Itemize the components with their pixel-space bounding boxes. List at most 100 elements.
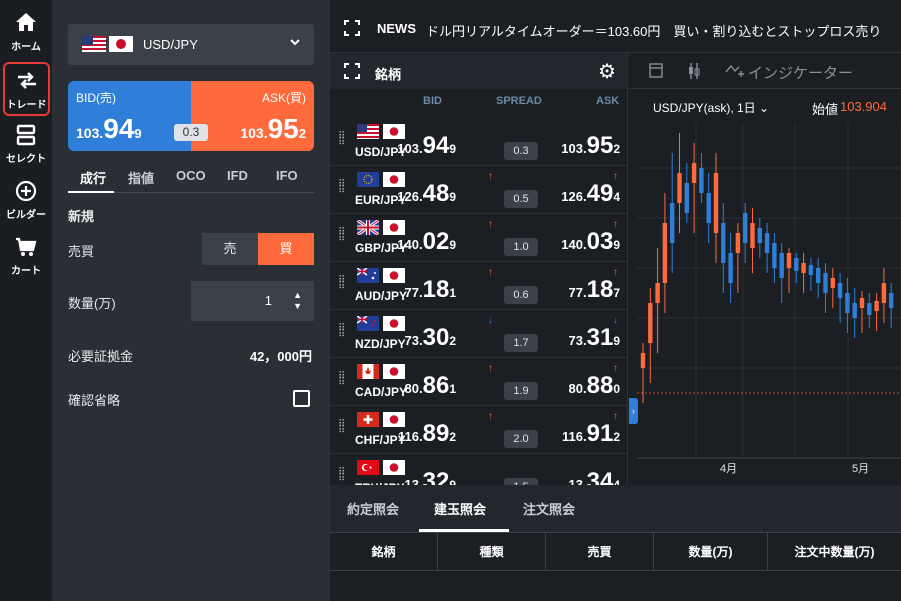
sell-button[interactable]: 売 <box>202 233 258 265</box>
watchlist-row[interactable]: ⠿⠿ TRY/JPY13.3291.513.344 <box>330 454 627 485</box>
nav-cart[interactable]: カート <box>0 230 52 284</box>
tab-orders[interactable]: 注文照会 <box>523 499 575 518</box>
price-fraction: 9 <box>449 238 456 252</box>
tab-ifo[interactable]: IFO <box>276 168 298 183</box>
spread-badge: 0.5 <box>504 190 538 208</box>
ask-change-arrow-icon: ↑ <box>613 411 618 422</box>
price-fraction: 7 <box>613 286 620 300</box>
positions-panel: 約定照会 建玉照会 注文照会 銘柄 種類 売買 数量(万) 注文中数量(万) <box>330 485 901 601</box>
drag-handle-icon[interactable]: ⠿ ⠿ <box>338 324 345 340</box>
chart-panel-handle[interactable]: › <box>629 398 638 424</box>
price-pips: 94 <box>422 132 450 159</box>
watchlist-row[interactable]: ⠿ ⠿ NZD/JPY 73.302 ↓ 1.7 73.319 ↓ <box>330 310 627 358</box>
price-fraction: 4 <box>613 478 620 485</box>
ask-label: ASK(買) <box>261 91 306 105</box>
bid-change-arrow-icon: ↑ <box>488 363 493 374</box>
bid-quote-button[interactable]: BID(売) 103.949 <box>68 81 191 151</box>
nav-select[interactable]: セレクト <box>0 118 52 172</box>
news-headline[interactable]: ドル円リアルタイムオーダー＝103.60円 買い・割り込むとストップロス売り <box>426 21 881 40</box>
builder-icon <box>0 180 52 206</box>
drag-handle-icon[interactable]: ⠿ ⠿ <box>338 132 345 148</box>
expand-icon[interactable] <box>344 63 360 84</box>
nav-builder[interactable]: ビルダー <box>0 174 52 228</box>
col-pending-quantity[interactable]: 注文中数量(万) <box>768 533 901 572</box>
bid-price[interactable]: 73.302 <box>405 324 456 352</box>
nav-label: ホーム <box>11 42 41 53</box>
currency-flags <box>357 364 406 384</box>
bid-price[interactable]: 140.029 <box>397 228 456 256</box>
price-fraction: 2 <box>449 430 456 444</box>
ask-price[interactable]: 103.952 <box>561 132 620 160</box>
bid-price[interactable]: 77.181 <box>405 276 456 304</box>
bid-price[interactable]: 80.861 <box>405 372 456 400</box>
price-fraction: 9 <box>449 478 456 485</box>
cart-icon <box>0 236 52 262</box>
watchlist-row[interactable]: ⠿ ⠿ CAD/JPY 80.861 ↑ 1.9 80.880 ↑ <box>330 358 627 406</box>
candlestick-chart[interactable] <box>629 53 901 485</box>
col-side[interactable]: 売買 <box>546 533 654 572</box>
ask-quote-button[interactable]: ASK(買) 103.952 <box>191 81 314 151</box>
drag-handle-icon[interactable]: ⠿ ⠿ <box>338 420 345 436</box>
drag-handle-icon[interactable]: ⠿ ⠿ <box>338 468 345 484</box>
col-type[interactable]: 種類 <box>438 533 546 572</box>
bid-price[interactable]: 116.892 <box>398 420 456 448</box>
stepper-arrows-icon[interactable]: ▲ ▼ <box>293 290 302 312</box>
bid-price[interactable]: 103.949 <box>397 132 456 160</box>
spread-badge: 1.9 <box>504 382 538 400</box>
bid-price[interactable]: 13.329 <box>405 468 456 485</box>
ask-price[interactable]: 140.039 <box>561 228 620 256</box>
watchlist-row[interactable]: ⠿ ⠿ CHF/JPY 116.892 ↑ 2.0 116.912 ↑ <box>330 406 627 454</box>
price-pips: 30 <box>422 324 450 351</box>
drag-handle-icon[interactable]: ⠿ ⠿ <box>338 228 345 244</box>
drag-handle-icon[interactable]: ⠿ ⠿ <box>338 276 345 292</box>
watchlist-row[interactable]: ⠿ ⠿ GBP/JPY 140.029 ↑ 1.0 140.039 ↑ <box>330 214 627 262</box>
bid-label: BID(売) <box>76 91 116 105</box>
tab-ifd[interactable]: IFD <box>227 168 248 183</box>
currency-flags <box>357 460 406 480</box>
drag-handle-icon[interactable]: ⠿ ⠿ <box>338 180 345 196</box>
watchlist-row[interactable]: ⠿ ⠿ USD/JPY 103.949 0.3 103.952 <box>330 118 627 166</box>
tab-oco[interactable]: OCO <box>176 168 206 183</box>
gear-icon[interactable]: ⚙ <box>598 59 616 84</box>
x-axis-label: 5月 <box>852 463 870 475</box>
price-prefix: 126. <box>397 189 423 204</box>
col-symbol[interactable]: 銘柄 <box>330 533 438 572</box>
buy-button[interactable]: 買 <box>258 233 314 265</box>
col-quantity[interactable]: 数量(万) <box>654 533 768 572</box>
ask-price[interactable]: 80.880 <box>569 372 620 400</box>
ask-price[interactable]: 116.912 <box>562 420 620 448</box>
watchlist-row[interactable]: ⠿ ⠿ EUR/JPY 126.489 ↑ 0.5 126.494 ↑ <box>330 166 627 214</box>
ask-price[interactable]: 13.344 <box>569 468 620 485</box>
section-title: 新規 <box>68 209 95 224</box>
currency-pair-select[interactable]: USD/JPY <box>68 24 314 65</box>
tab-market[interactable]: 成行 <box>80 168 106 187</box>
tab-limit[interactable]: 指値 <box>128 168 154 187</box>
bid-change-arrow-icon: ↑ <box>488 171 493 182</box>
spread-badge: 0.6 <box>504 286 538 304</box>
price-fraction: 9 <box>134 126 142 141</box>
price-pips: 34 <box>586 468 614 485</box>
watchlist-row[interactable]: ⠿ ⠿ AUD/JPY 77.181 ↑ 0.6 77.187 ↑ <box>330 262 627 310</box>
tab-positions[interactable]: 建玉照会 <box>434 499 486 518</box>
price-pips: 95 <box>267 113 299 144</box>
drag-handle-icon[interactable]: ⠿ ⠿ <box>338 372 345 388</box>
margin-value: 42，000円 <box>249 349 312 364</box>
ask-price: 103.952 <box>240 113 306 145</box>
ask-price[interactable]: 126.494 <box>561 180 620 208</box>
tab-executions[interactable]: 約定照会 <box>347 499 399 518</box>
nav-trade[interactable]: トレード <box>3 62 50 116</box>
ask-price[interactable]: 77.187 <box>569 276 620 304</box>
price-pips: 95 <box>586 132 614 159</box>
skip-confirm-checkbox[interactable] <box>293 390 310 407</box>
ask-price[interactable]: 73.319 <box>569 324 620 352</box>
positions-table-header: 銘柄 種類 売買 数量(万) 注文中数量(万) <box>330 532 901 572</box>
nav-home[interactable]: ホーム <box>0 6 52 60</box>
trade-icon <box>5 70 48 96</box>
price-prefix: 80. <box>568 381 587 396</box>
au-flag-icon <box>356 267 379 287</box>
expand-icon[interactable] <box>344 20 360 41</box>
price-pips: 86 <box>422 372 450 399</box>
quantity-stepper[interactable]: 1 ▲ ▼ <box>191 281 314 321</box>
price-prefix: 103. <box>397 141 423 156</box>
bid-price[interactable]: 126.489 <box>397 180 456 208</box>
